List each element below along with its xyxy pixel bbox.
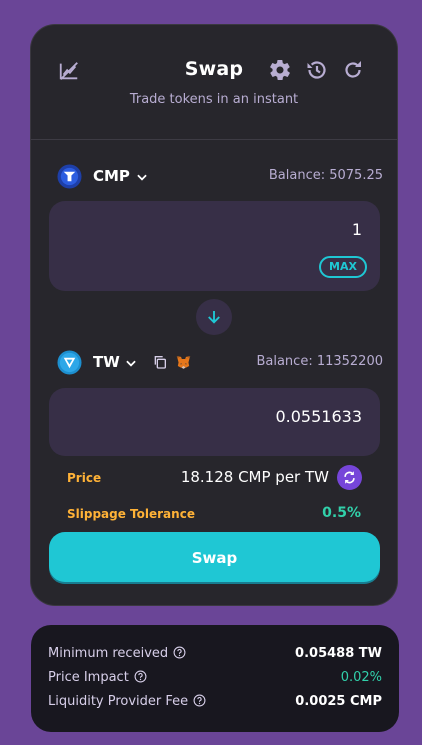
price-impact-value: 0.02% <box>340 670 382 685</box>
swap-header: Swap Trade tokens in an instant <box>31 25 397 140</box>
slippage-label: Slippage Tolerance <box>67 507 195 521</box>
slippage-value: 0.5% <box>322 505 361 521</box>
liquidity-fee-label: Liquidity Provider Fee <box>48 694 189 709</box>
detail-label: Price Impact <box>48 670 147 685</box>
copy-icon[interactable] <box>152 354 168 370</box>
swap-arrows-icon <box>344 471 355 484</box>
cmp-token-icon <box>57 164 82 189</box>
tw-token-icon <box>57 350 82 375</box>
arrow-down-icon <box>208 311 220 324</box>
from-amount-input[interactable]: 1 <box>352 220 362 239</box>
price-impact-label: Price Impact <box>48 670 129 685</box>
price-value: 18.128 CMP per TW <box>180 468 329 486</box>
max-button[interactable]: MAX <box>319 256 367 278</box>
refresh-icon[interactable] <box>341 58 365 82</box>
help-icon[interactable] <box>134 670 147 683</box>
from-amount-input-box[interactable]: 1 MAX <box>49 201 380 291</box>
switch-direction-button[interactable] <box>196 299 232 335</box>
detail-label: Minimum received <box>48 646 186 661</box>
history-icon[interactable] <box>305 58 329 82</box>
chevron-down-icon <box>126 360 136 367</box>
liquidity-fee-value: 0.0025 CMP <box>295 694 382 709</box>
swap-button[interactable]: Swap <box>49 532 380 584</box>
metamask-icon[interactable] <box>175 354 192 371</box>
minimum-received-value: 0.05488 TW <box>295 646 382 661</box>
detail-row-price-impact: Price Impact 0.02% <box>48 670 382 688</box>
from-token-row: CMP Balance: 5075.25 <box>57 164 383 190</box>
to-token-name: TW <box>93 353 120 371</box>
help-icon[interactable] <box>173 646 186 659</box>
to-token-row: TW Balance: 11352200 <box>57 350 383 376</box>
gear-icon[interactable] <box>268 58 292 82</box>
from-balance: Balance: 5075.25 <box>268 168 383 183</box>
swap-card: Swap Trade tokens in an instant CMP Bala… <box>31 25 397 605</box>
price-label: Price <box>67 471 102 485</box>
to-balance: Balance: 11352200 <box>256 354 383 369</box>
to-amount-input[interactable]: 0.0551633 <box>275 407 362 426</box>
price-invert-button[interactable] <box>337 465 362 490</box>
to-amount-input-box[interactable]: 0.0551633 <box>49 388 380 456</box>
page-subtitle: Trade tokens in an instant <box>129 92 299 107</box>
from-token-name: CMP <box>93 167 130 185</box>
minimum-received-label: Minimum received <box>48 646 169 661</box>
detail-row-liquidity-fee: Liquidity Provider Fee 0.0025 CMP <box>48 694 382 712</box>
chevron-down-icon <box>137 174 147 181</box>
detail-row-minimum-received: Minimum received 0.05488 TW <box>48 646 382 664</box>
header-divider <box>31 139 397 140</box>
help-icon[interactable] <box>193 694 206 707</box>
swap-details-panel: Minimum received 0.05488 TW Price Impact… <box>31 625 399 732</box>
detail-label: Liquidity Provider Fee <box>48 694 206 709</box>
